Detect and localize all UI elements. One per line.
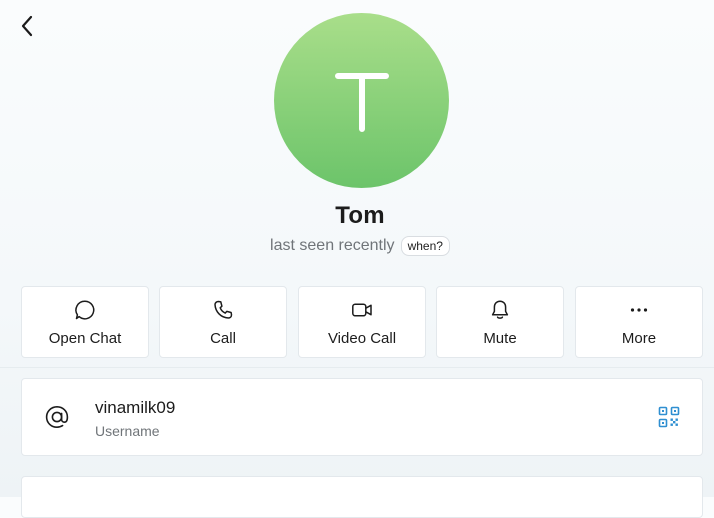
phone-icon <box>211 298 235 322</box>
when-badge[interactable]: when? <box>400 236 450 256</box>
more-label: More <box>621 330 657 347</box>
call-button[interactable]: Call <box>159 286 287 358</box>
section-divider <box>0 367 714 368</box>
profile-name: Tom <box>335 202 385 229</box>
chat-bubble-icon <box>73 298 97 322</box>
qr-code-icon[interactable] <box>658 406 680 428</box>
chevron-left-icon <box>21 15 33 37</box>
open-chat-label: Open Chat <box>48 330 122 347</box>
avatar <box>274 13 449 188</box>
bell-icon <box>488 298 512 322</box>
username-value: vinamilk09 <box>95 398 176 417</box>
status-row: last seen recently when? <box>0 236 714 256</box>
username-label: Username <box>95 423 160 439</box>
at-sign-icon <box>42 402 72 432</box>
back-button[interactable] <box>14 12 40 40</box>
avatar-initial <box>334 72 389 132</box>
more-dots-icon <box>627 298 651 322</box>
next-info-card <box>21 476 703 518</box>
call-label: Call <box>210 330 236 347</box>
mute-button[interactable]: Mute <box>436 286 564 358</box>
video-call-button[interactable]: Video Call <box>298 286 426 358</box>
open-chat-button[interactable]: Open Chat <box>21 286 149 358</box>
username-card[interactable]: vinamilk09 Username <box>21 378 703 456</box>
mute-label: Mute <box>483 330 517 347</box>
video-call-label: Video Call <box>327 330 397 347</box>
action-buttons: Open Chat Call Video Call Mute More <box>21 286 703 358</box>
video-camera-icon <box>350 298 374 322</box>
last-seen-status: last seen recently <box>270 237 395 254</box>
more-button[interactable]: More <box>575 286 703 358</box>
